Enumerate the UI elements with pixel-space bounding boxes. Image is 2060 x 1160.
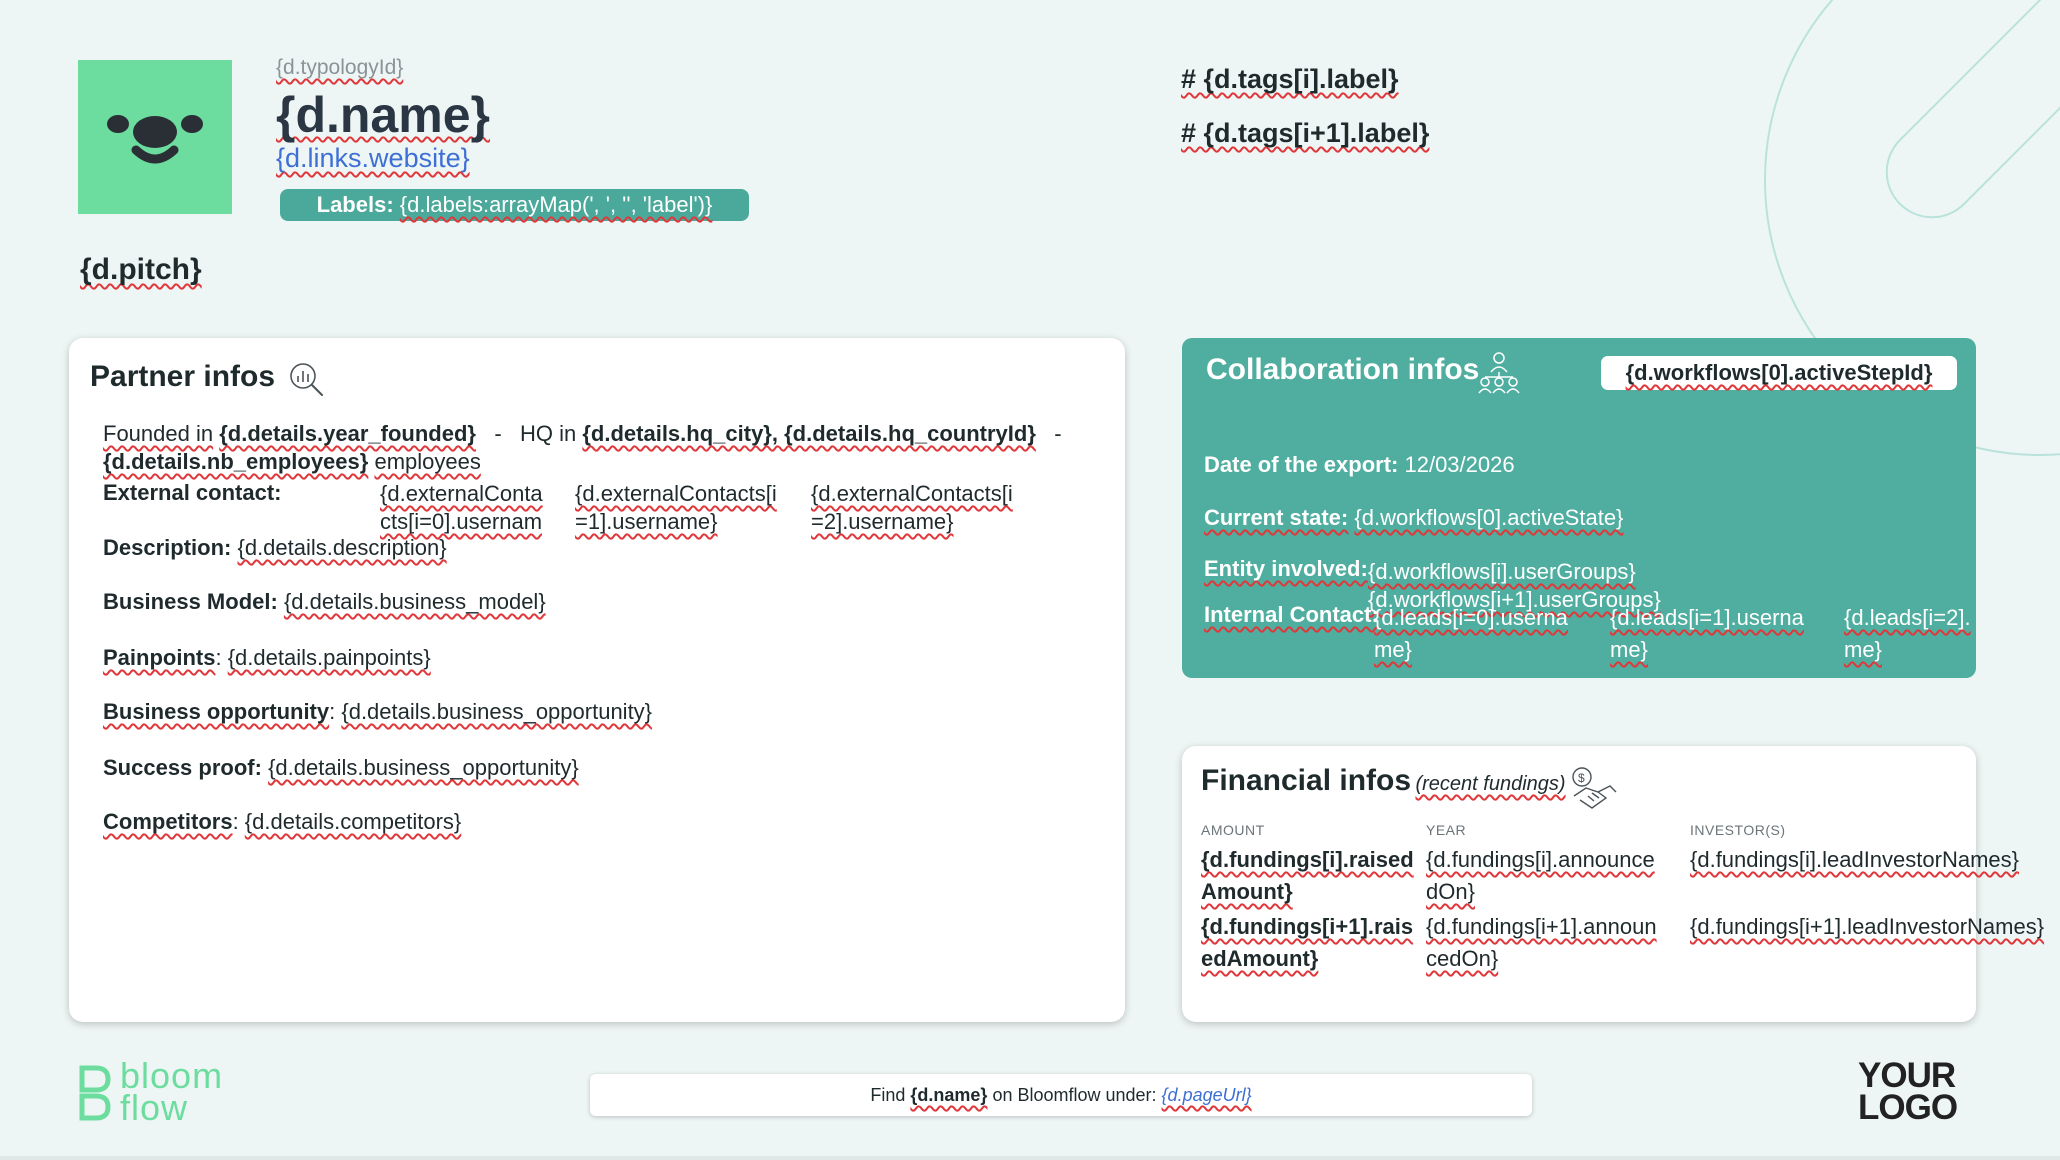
tag-second: # {d.tags[i+1].label} (1181, 118, 1430, 148)
success-proof-line: Success proof: {d.details.business_oppor… (103, 755, 579, 780)
internal-contact-3: {d.leads[i=2]. me} (1844, 605, 1971, 662)
typology-id: {d.typologyId} (276, 56, 404, 79)
your-logo: YOUR LOGO (1858, 1056, 1958, 1127)
tag-first: # {d.tags[i].label} (1181, 64, 1399, 94)
website-link[interactable]: {d.links.website} (276, 143, 470, 174)
labels-value: {d.labels:arrayMap(', ', '', 'label')} (399, 192, 713, 217)
funding-1-year: {d.fundings[i].announce dOn} (1426, 847, 1655, 904)
business-model-line: Business Model: {d.details.business_mode… (103, 589, 546, 614)
external-contact-label: External contact: (103, 480, 282, 505)
smile-face-icon (107, 115, 203, 164)
entity-involved-label: Entity involved: (1204, 556, 1368, 581)
svg-text:$: $ (1578, 771, 1585, 785)
collaboration-infos-title: Collaboration infos (1206, 353, 1480, 386)
funding-1-amount: {d.fundings[i].raised Amount} (1201, 847, 1414, 904)
labels-prefix: Labels: (316, 192, 394, 217)
funding-2-amount: {d.fundings[i+1].rais edAmount} (1201, 914, 1414, 971)
pitch: {d.pitch} (80, 253, 202, 286)
column-year-header: YEAR (1426, 822, 1467, 838)
page-url-link[interactable]: {d.pageUrl} (1162, 1085, 1252, 1105)
funding-1-investors: {d.fundings[i].leadInvestorNames} (1690, 847, 2019, 872)
bloomflow-wordmark: bloom flow (120, 1055, 224, 1128)
partner-name: {d.name} (276, 87, 490, 143)
external-contact-2: {d.externalContacts[i =1].username} (575, 481, 777, 534)
financial-infos-card: Financial infos (recent fundings) $ AMOU… (1182, 746, 2044, 1022)
external-contact-3: {d.externalContacts[i =2].username} (811, 481, 1013, 534)
current-state-line: Current state: {d.workflows[0].activeSta… (1204, 505, 1624, 530)
funding-2-investors: {d.fundings[i+1].leadInvestorNames} (1690, 914, 2045, 939)
column-investors-header: INVESTOR(S) (1690, 822, 1786, 838)
money-handshake-icon: $ (1572, 767, 1617, 809)
bottom-divider (0, 1156, 2060, 1160)
find-on-bloomflow-bar: Find {d.name} on Bloomflow under: {d.pag… (590, 1074, 1532, 1116)
people-network-icon (1478, 352, 1520, 394)
internal-contact-1: {d.leads[i=0].userna me} (1374, 605, 1568, 662)
active-step-badge: {d.workflows[0].activeStepId} (1601, 356, 1957, 390)
painpoints-line: Painpoints: {d.details.painpoints} (103, 645, 431, 670)
export-date-line: Date of the export: 12/03/2026 (1204, 452, 1515, 477)
magnifier-chart-icon (290, 363, 323, 396)
competitors-line: Competitors: {d.details.competitors} (103, 809, 462, 834)
financial-infos-heading: Financial infos (recent fundings) (1201, 764, 1566, 797)
partner-infos-title: Partner infos (90, 360, 276, 393)
description-line: Description: {d.details.description} (103, 535, 447, 560)
internal-contact-label: Internal Contact: (1204, 602, 1379, 627)
partner-infos-card: Partner infos Founded in {d.details.year… (69, 338, 1125, 1022)
bloomflow-logo-icon (79, 1065, 111, 1121)
labels-badge: Labels: {d.labels:arrayMap(', ', '', 'la… (280, 189, 749, 221)
founded-line: Founded in {d.details.year_founded} - HQ… (103, 421, 1062, 474)
funding-2-year: {d.fundings[i+1].announ cedOn} (1426, 914, 1657, 971)
collaboration-infos-card: Collaboration infos {d.workflows[0].acti… (1182, 338, 1976, 678)
partner-avatar (78, 60, 232, 214)
external-contact-1: {d.externalConta cts[i=0].usernam (380, 481, 543, 534)
internal-contact-2: {d.leads[i=1].userna me} (1610, 605, 1804, 662)
column-amount-header: AMOUNT (1201, 822, 1265, 838)
business-opportunity-line: Business opportunity: {d.details.busines… (103, 699, 653, 724)
